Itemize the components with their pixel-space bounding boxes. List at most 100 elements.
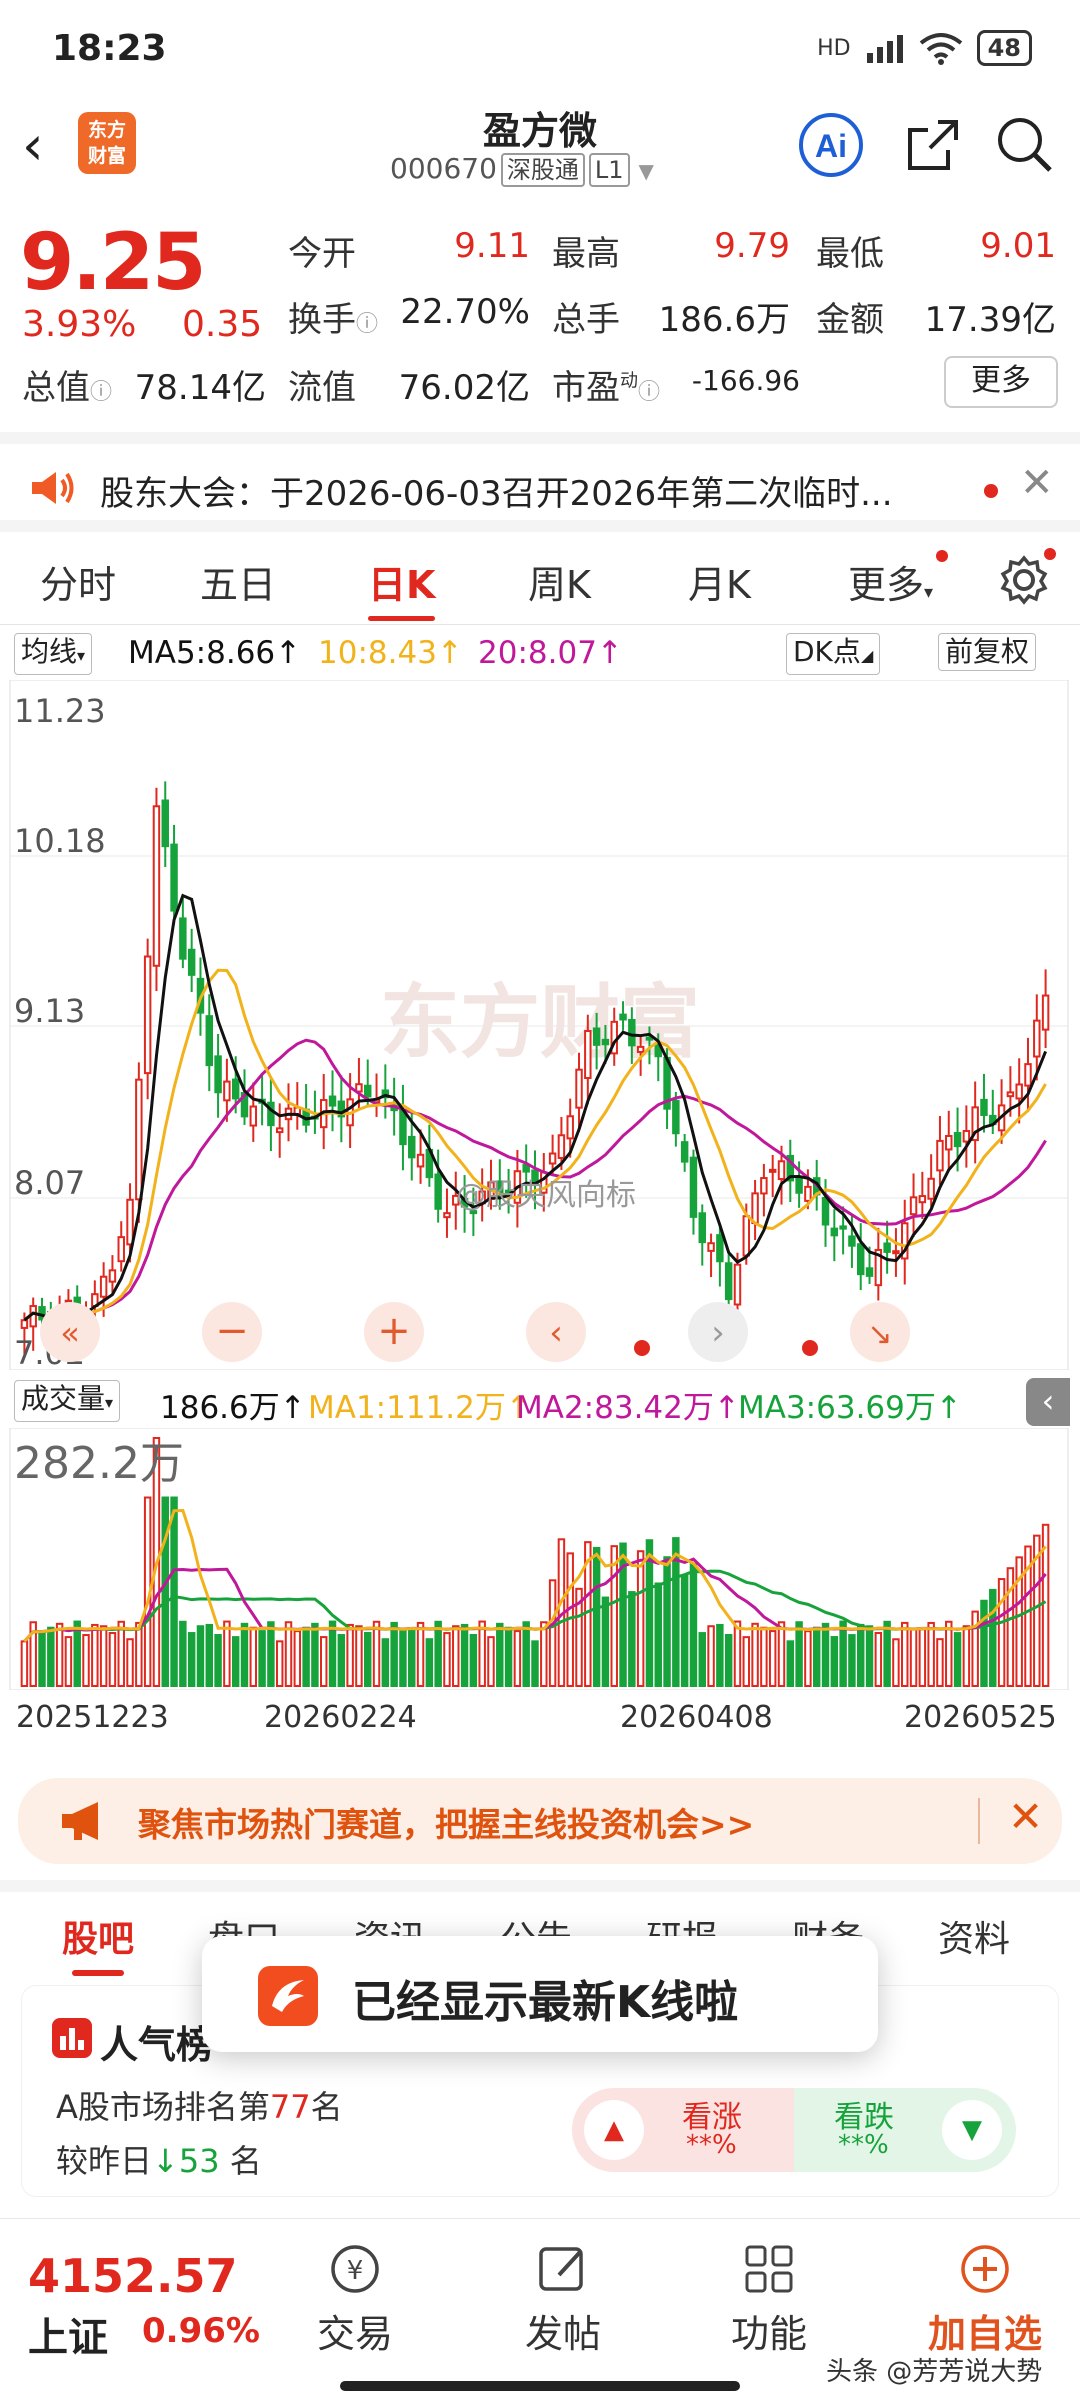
candle-body — [1015, 1083, 1023, 1100]
close-icon[interactable]: ✕ — [1008, 1792, 1043, 1841]
notice-bar[interactable]: 股东大会：于2026-06-03召开2026年第二次临时... ✕ — [0, 432, 1080, 532]
volume-bar — [126, 1638, 134, 1687]
vol-ma2-value: MA2:83.42万↑ — [516, 1390, 740, 1426]
volume-selector[interactable]: 成交量▾ — [14, 1380, 121, 1422]
search-button[interactable] — [990, 110, 1060, 180]
stat-value-turnover: 22.70% — [400, 292, 530, 332]
volume-bar — [504, 1626, 513, 1687]
volume-bar — [319, 1636, 328, 1687]
indicator-selector[interactable]: 均线▾ — [14, 633, 93, 675]
market-tag: 深股通 — [500, 153, 585, 187]
app-logo[interactable]: 东方 财富 — [78, 112, 136, 174]
candlestick-chart[interactable]: 东方财富 11.23 10.18 9.13 8.07 7.02 @股央风向标 «… — [0, 679, 1080, 1372]
tab-monthly-k[interactable]: 月K — [688, 554, 751, 609]
candle-body — [883, 1242, 891, 1253]
volume-bar — [592, 1546, 601, 1688]
vote-down-button[interactable]: 看跌 **% ▼ — [794, 2088, 1016, 2172]
stat-label-float-cap: 流值 — [288, 368, 356, 408]
volume-bar — [38, 1630, 46, 1687]
volume-bar — [47, 1626, 55, 1688]
adjust-selector[interactable]: 前复权 — [938, 633, 1037, 671]
nav-functions-label: 功能 — [730, 2312, 807, 2356]
tab-intraday[interactable]: 分时 — [40, 554, 116, 609]
promo-banner[interactable]: 聚焦市场热门赛道，把握主线投资机会>> ✕ — [18, 1778, 1062, 1864]
ma-legend: 均线▾ MA5:8.66↑ 10:8.43↑ 20:8.07↑ DK点◢ 前复权 — [0, 624, 1080, 680]
tab-five-day[interactable]: 五日 — [200, 554, 276, 609]
scroll-end-button[interactable]: ↘ — [850, 1302, 910, 1362]
info-icon[interactable]: ⓘ — [90, 380, 112, 405]
volume-bar — [918, 1628, 927, 1687]
volume-bar — [936, 1638, 944, 1688]
collapse-panel-button[interactable]: ‹ — [1026, 1378, 1070, 1426]
event-marker[interactable] — [802, 1340, 818, 1356]
volume-chart[interactable]: 282.2万 — [0, 1427, 1080, 1691]
ai-button[interactable]: Ai — [796, 110, 866, 180]
stat-value-low: 9.01 — [980, 226, 1056, 266]
share-button[interactable] — [898, 110, 968, 180]
nav-post[interactable]: 发帖 — [498, 2239, 628, 2358]
vol-y-tick: 282.2万 — [14, 1438, 184, 1489]
dk-point-selector[interactable]: DK点◢ — [786, 633, 881, 675]
volume-bar — [364, 1632, 372, 1688]
zoom-out-button[interactable]: − — [202, 1302, 262, 1362]
candle-body — [143, 955, 152, 1075]
volume-bar — [883, 1620, 891, 1687]
volume-bar — [742, 1636, 751, 1687]
ma10-value: 10:8.43↑ — [318, 635, 463, 671]
stat-value-float-cap: 76.02亿 — [398, 368, 530, 408]
info-icon[interactable]: ⓘ — [356, 312, 378, 337]
candle-body — [892, 1250, 900, 1255]
chevron-down-icon: ▾ — [105, 1393, 114, 1412]
event-marker[interactable] — [634, 1340, 650, 1356]
add-watchlist-label: 加自选 — [927, 2312, 1042, 2356]
step-left-button[interactable]: ‹ — [526, 1302, 586, 1362]
back-button[interactable]: ‹ — [22, 118, 72, 178]
more-quote-button[interactable]: 更多 — [944, 356, 1058, 408]
vote-up-button[interactable]: ▲ 看涨 **% — [572, 2088, 794, 2172]
volume-bar — [812, 1626, 821, 1687]
add-watchlist-button[interactable]: 加自选 — [910, 2239, 1060, 2358]
volume-bar — [953, 1632, 962, 1688]
chevron-down-icon[interactable]: ▼ — [638, 159, 653, 183]
trade-icon: ¥ — [290, 2239, 420, 2299]
index-value[interactable]: 4152.57 — [28, 2249, 238, 2303]
candle-body — [777, 1160, 786, 1181]
volume-bar — [275, 1640, 284, 1687]
nav-functions[interactable]: 功能 — [704, 2239, 834, 2358]
y-tick-3: 9.13 — [14, 992, 85, 1030]
gear-icon[interactable] — [996, 550, 1052, 606]
stat-label-high: 最高 — [552, 234, 620, 274]
info-icon[interactable]: ⓘ — [638, 380, 660, 405]
candle-body — [575, 1068, 583, 1109]
candle-body — [364, 1084, 372, 1098]
tab-daily-k[interactable]: 日K — [368, 554, 436, 621]
volume-bar — [689, 1563, 698, 1688]
candle-body — [205, 1015, 214, 1067]
volume-bar — [751, 1622, 759, 1687]
compare-number: 53 — [178, 2142, 220, 2180]
stat-value-amount: 17.39亿 — [924, 300, 1056, 340]
volume-bar — [381, 1638, 390, 1687]
tab-weekly-k[interactable]: 周K — [528, 554, 591, 609]
nav-trade[interactable]: ¥ 交易 — [290, 2239, 420, 2358]
chevron-left-icon: ‹ — [22, 114, 44, 177]
index-name[interactable]: 上证 — [28, 2305, 108, 2363]
tab-more[interactable]: 更多▾ — [848, 554, 933, 609]
x-axis-dates: 20251223 20260224 20260408 20260525 — [0, 1700, 1080, 1744]
tab-guba[interactable]: 股吧 — [62, 1910, 134, 1976]
close-icon[interactable]: ✕ — [1020, 460, 1054, 506]
tab-profile[interactable]: 资料 — [938, 1910, 1010, 1962]
candle-body — [804, 1185, 812, 1202]
volume-bar — [99, 1625, 108, 1688]
candle-body — [601, 1038, 610, 1046]
candle-body — [636, 1045, 645, 1053]
volume-bar — [830, 1636, 839, 1687]
zoom-in-button[interactable]: + — [364, 1302, 424, 1362]
step-right-button[interactable]: › — [688, 1302, 748, 1362]
volume-bar — [804, 1630, 812, 1687]
tab-more-dot — [936, 550, 948, 562]
ai-icon: Ai — [799, 113, 863, 177]
volume-bar — [848, 1634, 856, 1687]
scroll-left-button[interactable]: « — [40, 1302, 100, 1362]
candle-body — [619, 1013, 627, 1021]
